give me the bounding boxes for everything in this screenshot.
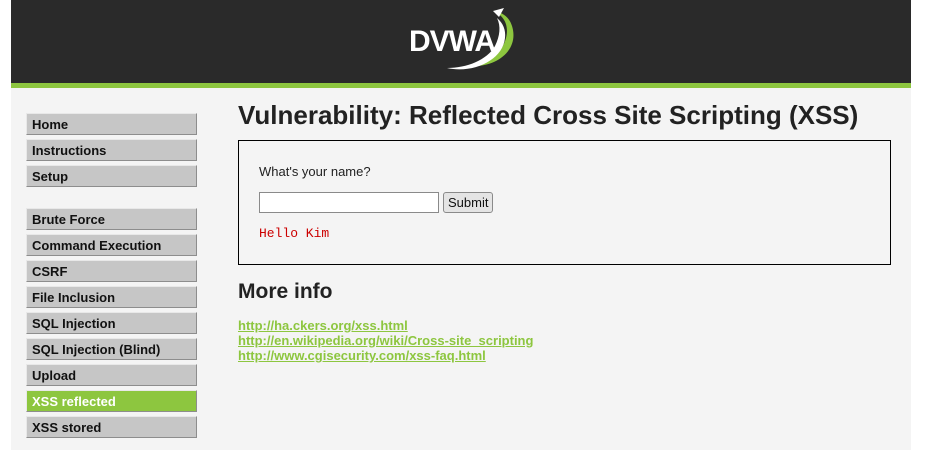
sidebar-item-home[interactable]: Home (26, 113, 197, 135)
sidebar-item-command-execution[interactable]: Command Execution (26, 234, 197, 256)
vulnerable-code-area: What's your name? Submit Hello Kim (238, 140, 891, 265)
logo-text: DVWA (409, 25, 495, 58)
name-input[interactable] (259, 192, 439, 213)
dvwa-logo[interactable]: DVWA (407, 8, 517, 74)
sidebar-item-upload[interactable]: Upload (26, 364, 197, 386)
sidebar-item-xss-reflected[interactable]: XSS reflected (26, 390, 197, 412)
xss-output: Hello Kim (259, 226, 330, 241)
submit-button[interactable]: Submit (443, 192, 494, 213)
more-info-heading: More info (238, 280, 333, 303)
page-container: DVWA Home Instructions Setup Brute Force… (11, 0, 911, 450)
sidebar-item-brute-force[interactable]: Brute Force (26, 208, 197, 230)
sidebar-item-csrf[interactable]: CSRF (26, 260, 197, 282)
header: DVWA (11, 0, 911, 88)
more-info-link-ha-ckers[interactable]: http://ha.ckers.org/xss.html (238, 318, 408, 333)
sidebar-item-sql-injection-blind[interactable]: SQL Injection (Blind) (26, 338, 197, 360)
name-question-label: What's your name? (259, 164, 371, 179)
sidebar-item-sql-injection[interactable]: SQL Injection (26, 312, 197, 334)
page-title: Vulnerability: Reflected Cross Site Scri… (238, 100, 859, 130)
more-info-link-cgisecurity[interactable]: http://www.cgisecurity.com/xss-faq.html (238, 348, 486, 363)
sidebar-item-setup[interactable]: Setup (26, 165, 197, 187)
sidebar-item-xss-stored[interactable]: XSS stored (26, 416, 197, 438)
sidebar-item-instructions[interactable]: Instructions (26, 139, 197, 161)
more-info-link-wikipedia[interactable]: http://en.wikipedia.org/wiki/Cross-site_… (238, 333, 533, 348)
sidebar-item-file-inclusion[interactable]: File Inclusion (26, 286, 197, 308)
